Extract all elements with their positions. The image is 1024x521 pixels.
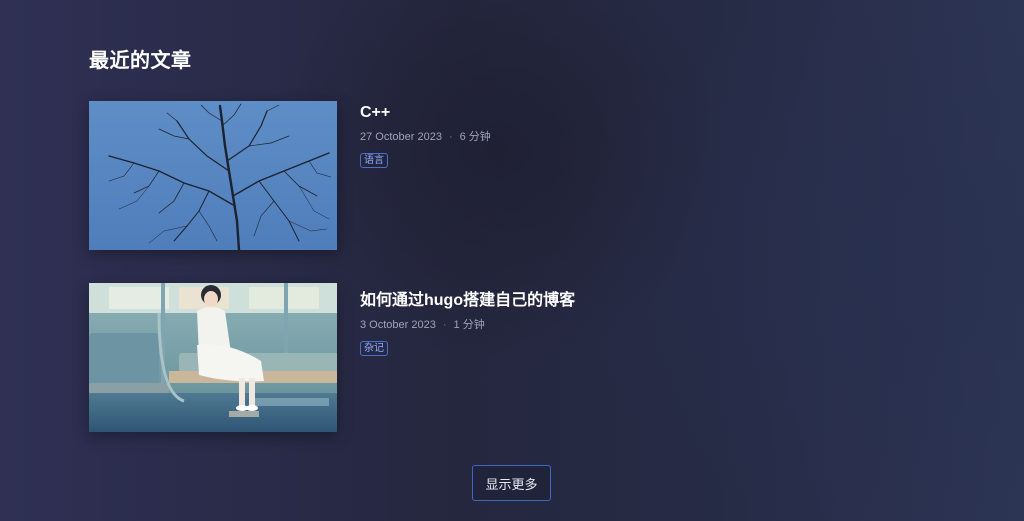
post-tag[interactable]: 杂记 — [360, 341, 388, 356]
post-meta: 3 October 2023 · 1 分钟 — [360, 316, 575, 332]
girl-on-train-image — [89, 283, 337, 432]
post-title[interactable]: C++ — [360, 104, 491, 122]
post-info: 如何通过hugo搭建自己的博客 3 October 2023 · 1 分钟 杂记 — [360, 283, 575, 356]
show-more-button[interactable]: 显示更多 — [472, 465, 551, 501]
post-card: 如何通过hugo搭建自己的博客 3 October 2023 · 1 分钟 杂记 — [89, 283, 689, 433]
section-title: 最近的文章 — [89, 50, 192, 72]
post-date: 27 October 2023 — [360, 131, 442, 143]
read-time: 1 分钟 — [453, 319, 485, 331]
post-thumbnail[interactable] — [89, 283, 337, 432]
post-card: C++ 27 October 2023 · 6 分钟 语言 — [89, 101, 689, 251]
post-thumbnail[interactable] — [89, 101, 337, 250]
post-title[interactable]: 如何通过hugo搭建自己的博客 — [360, 286, 575, 310]
post-meta: 27 October 2023 · 6 分钟 — [360, 128, 491, 144]
read-time: 6 分钟 — [459, 131, 491, 143]
post-tag[interactable]: 语言 — [360, 153, 388, 168]
post-info: C++ 27 October 2023 · 6 分钟 语言 — [360, 101, 491, 168]
meta-separator: · — [448, 131, 453, 143]
meta-separator: · — [442, 319, 447, 331]
post-date: 3 October 2023 — [360, 319, 436, 331]
bare-tree-sky-image — [89, 101, 337, 250]
